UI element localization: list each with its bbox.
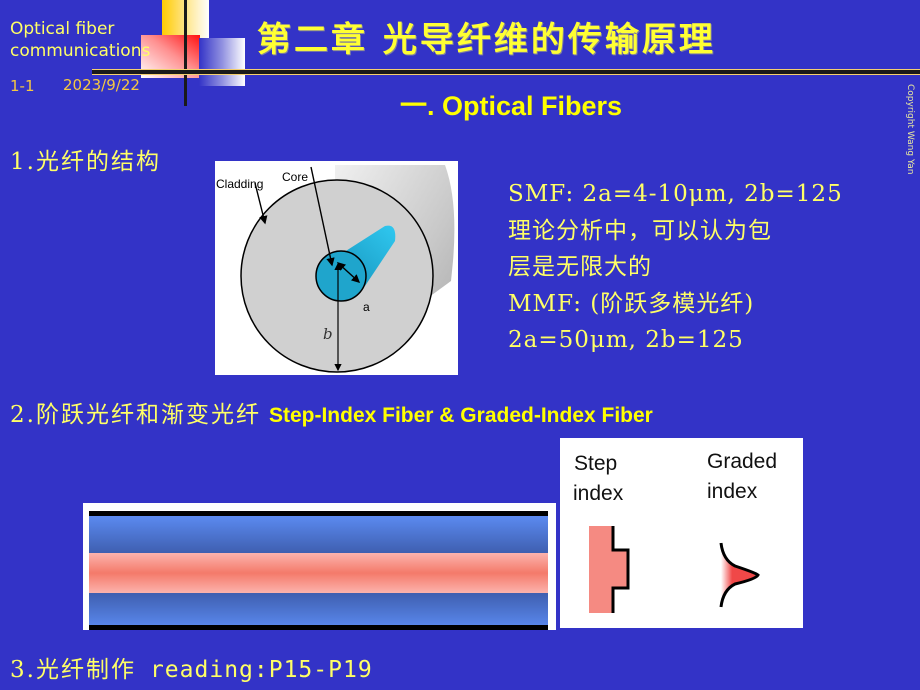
graded-index-profile	[721, 546, 758, 604]
chapter-title: 第二章 光导纤维的传输原理	[257, 20, 716, 60]
section-title: 一. Optical Fibers	[400, 91, 623, 121]
section3-reading-ref: reading:P15-P19	[149, 657, 373, 683]
section3-heading-cn: 3.光纤制作	[10, 657, 136, 683]
graded-index-label-line2: index	[707, 480, 758, 503]
core-label: Core	[282, 170, 308, 184]
radius-a-label: a	[363, 300, 370, 314]
section3-heading: 3.光纤制作 reading:P15-P19	[10, 650, 373, 684]
step-index-label-line2: index	[573, 482, 624, 505]
cladding-band-bottom	[89, 593, 548, 629]
section2-heading-en: Step-Index Fiber & Graded-Index Fiber	[268, 404, 653, 427]
slide-number: 1-1	[10, 77, 35, 95]
fiber-structure-figure: Cladding Core a b	[215, 161, 458, 375]
course-title-line2: communications	[10, 41, 151, 61]
step-index-label-line1: Step	[574, 452, 617, 475]
copyright-text: Copyright Wang Yan	[905, 84, 915, 175]
slide-date: 2023/9/22	[63, 76, 140, 94]
fiber-notes: SMF: 2a=4-10μm, 2b=125 理论分析中，可以认为包 层是无限大…	[508, 176, 843, 359]
note-line: SMF: 2a=4-10μm, 2b=125	[508, 181, 843, 207]
cladding-band-top	[89, 516, 548, 553]
core-face	[315, 250, 367, 302]
course-title-line1: Optical fiber	[10, 19, 115, 39]
section1-heading: 1.光纤的结构	[10, 149, 161, 175]
note-line: 2a=50μm, 2b=125	[508, 327, 744, 353]
note-line: 层是无限大的	[508, 254, 652, 280]
note-line: MMF: (阶跃多模光纤)	[508, 290, 755, 317]
section2-heading: 2.阶跃光纤和渐变光纤 Step-Index Fiber & Graded-Ind…	[10, 395, 653, 429]
course-title: Optical fiber communications	[10, 18, 150, 62]
radius-b-label: b	[323, 325, 333, 343]
header-divider-line	[92, 69, 920, 75]
decorative-vertical-line	[184, 0, 187, 106]
index-profile-figure: Step index Graded index	[560, 438, 803, 628]
decorative-blue-block	[199, 38, 245, 86]
graded-index-label-line1: Graded	[707, 450, 777, 473]
step-index-profile	[589, 526, 628, 613]
section2-heading-cn: 2.阶跃光纤和渐变光纤	[10, 402, 261, 428]
note-line: 理论分析中，可以认为包	[508, 217, 772, 244]
core-band	[89, 553, 548, 593]
cladding-label: Cladding	[216, 177, 263, 191]
fiber-profile-figure	[83, 503, 556, 630]
